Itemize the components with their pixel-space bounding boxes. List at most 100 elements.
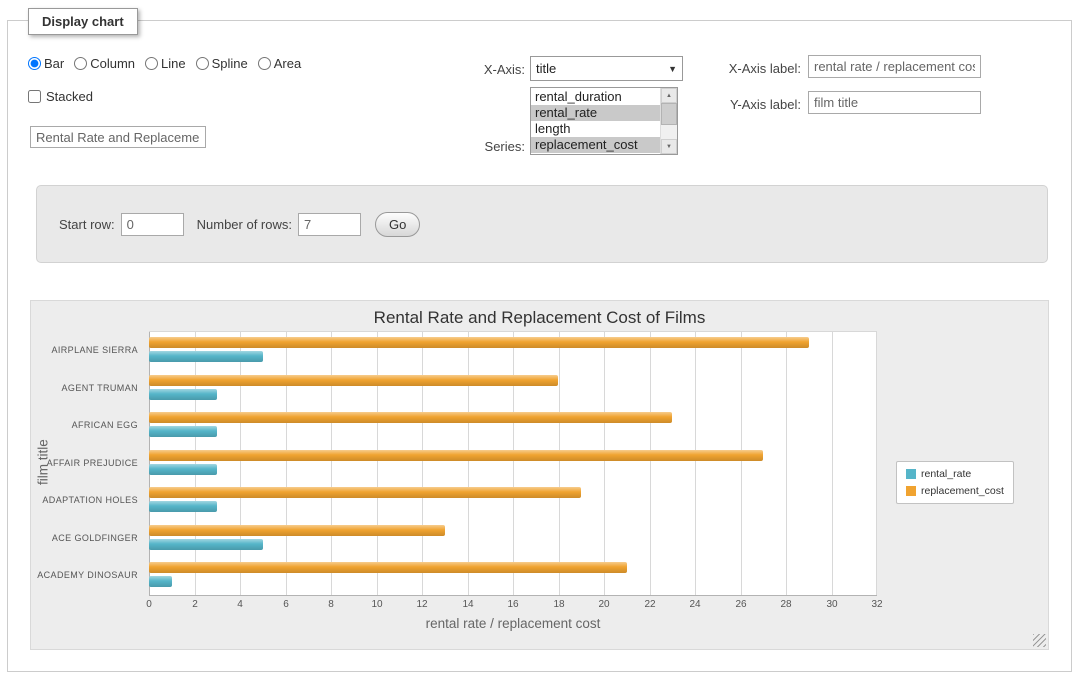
bar-replacement_cost bbox=[149, 487, 581, 498]
x-tick-label: 32 bbox=[862, 599, 892, 610]
x-axis-label-label: X-Axis label: bbox=[690, 61, 801, 76]
category-label: ACE GOLDFINGER bbox=[31, 519, 144, 557]
x-tick-label: 30 bbox=[817, 599, 847, 610]
stacked-label: Stacked bbox=[46, 89, 93, 104]
radio-label: Area bbox=[274, 56, 301, 71]
radio-label: Line bbox=[161, 56, 186, 71]
chart-legend: rental_rate replacement_cost bbox=[896, 461, 1014, 504]
x-axis-title: rental rate / replacement cost bbox=[149, 616, 877, 631]
start-row-label: Start row: bbox=[59, 217, 115, 232]
series-listbox[interactable]: rental_durationrental_ratelengthreplacem… bbox=[530, 87, 678, 155]
x-axis-label-input[interactable] bbox=[808, 55, 981, 78]
series-option-replacement_cost[interactable]: replacement_cost bbox=[531, 137, 660, 153]
gridline bbox=[695, 332, 696, 595]
stacked-checkbox-row[interactable]: Stacked bbox=[28, 89, 93, 104]
bar-replacement_cost bbox=[149, 375, 558, 386]
x-tick-label: 26 bbox=[726, 599, 756, 610]
radio-label: Column bbox=[90, 56, 135, 71]
series-option-length[interactable]: length bbox=[531, 121, 660, 137]
chart-type-option-column[interactable]: Column bbox=[74, 56, 135, 71]
category-label: AGENT TRUMAN bbox=[31, 369, 144, 407]
x-tick-label: 24 bbox=[680, 599, 710, 610]
gridline bbox=[650, 332, 651, 595]
radio-spline[interactable] bbox=[196, 57, 209, 70]
x-axis-select-label: X-Axis: bbox=[430, 62, 525, 77]
chart-type-option-bar[interactable]: Bar bbox=[28, 56, 64, 71]
x-axis-selected-value: title bbox=[536, 61, 556, 76]
y-axis-label-label: Y-Axis label: bbox=[690, 97, 801, 112]
series-option-rental_duration[interactable]: rental_duration bbox=[531, 89, 660, 105]
bar-rental_rate bbox=[149, 539, 263, 550]
x-tick-label: 2 bbox=[180, 599, 210, 610]
series-scrollbar[interactable]: ▲ ▼ bbox=[660, 88, 677, 154]
chart-type-option-line[interactable]: Line bbox=[145, 56, 186, 71]
x-tick-label: 22 bbox=[635, 599, 665, 610]
category-label: AIRPLANE SIERRA bbox=[31, 331, 144, 369]
radio-bar[interactable] bbox=[28, 57, 41, 70]
chart-type-option-area[interactable]: Area bbox=[258, 56, 301, 71]
num-rows-label: Number of rows: bbox=[197, 217, 292, 232]
bar-replacement_cost bbox=[149, 450, 763, 461]
chart-type-option-spline[interactable]: Spline bbox=[196, 56, 248, 71]
x-tick-labels: 02468101214161820222426283032 bbox=[149, 599, 877, 611]
gridline bbox=[741, 332, 742, 595]
gridline bbox=[240, 332, 241, 595]
chevron-down-icon: ▼ bbox=[668, 64, 677, 74]
bar-rental_rate bbox=[149, 426, 217, 437]
radio-line[interactable] bbox=[145, 57, 158, 70]
scroll-thumb[interactable] bbox=[661, 103, 677, 125]
x-tick-label: 10 bbox=[362, 599, 392, 610]
num-rows-input[interactable] bbox=[298, 213, 361, 236]
series-options: rental_durationrental_ratelengthreplacem… bbox=[531, 88, 660, 154]
legend-item-replacement_cost[interactable]: replacement_cost bbox=[906, 485, 1004, 497]
scroll-down-button[interactable]: ▼ bbox=[661, 139, 677, 154]
radio-label: Spline bbox=[212, 56, 248, 71]
resize-handle[interactable] bbox=[1033, 634, 1046, 647]
category-label: AFRICAN EGG bbox=[31, 406, 144, 444]
x-tick-label: 28 bbox=[771, 599, 801, 610]
gridline bbox=[832, 332, 833, 595]
gridline bbox=[331, 332, 332, 595]
chart-title-input[interactable] bbox=[30, 126, 206, 148]
gridline bbox=[604, 332, 605, 595]
bar-rental_rate bbox=[149, 501, 217, 512]
gridline bbox=[468, 332, 469, 595]
plot-area bbox=[149, 331, 877, 596]
legend-item-rental_rate[interactable]: rental_rate bbox=[906, 468, 1004, 480]
x-tick-label: 12 bbox=[407, 599, 437, 610]
series-option-rental_rate[interactable]: rental_rate bbox=[531, 105, 660, 121]
row-range-panel: Start row: Number of rows: Go bbox=[36, 185, 1048, 263]
bar-rental_rate bbox=[149, 576, 172, 587]
legend-swatch bbox=[906, 486, 916, 496]
legend-label: replacement_cost bbox=[921, 485, 1004, 497]
category-axis-labels: AIRPLANE SIERRAAGENT TRUMANAFRICAN EGGAF… bbox=[31, 331, 144, 594]
x-axis-select[interactable]: title ▼ bbox=[530, 56, 683, 81]
gridline bbox=[422, 332, 423, 595]
x-tick-label: 14 bbox=[453, 599, 483, 610]
chart-title: Rental Rate and Replacement Cost of Film… bbox=[31, 308, 1048, 328]
bar-replacement_cost bbox=[149, 562, 627, 573]
bar-rental_rate bbox=[149, 351, 263, 362]
fieldset-legend: Display chart bbox=[28, 8, 138, 35]
bar-replacement_cost bbox=[149, 525, 445, 536]
gridline bbox=[513, 332, 514, 595]
x-tick-label: 18 bbox=[544, 599, 574, 610]
y-axis-label-input[interactable] bbox=[808, 91, 981, 114]
stacked-checkbox[interactable] bbox=[28, 90, 41, 103]
scroll-up-button[interactable]: ▲ bbox=[661, 88, 677, 103]
gridline bbox=[377, 332, 378, 595]
series-label: Series: bbox=[430, 139, 525, 154]
gridline bbox=[786, 332, 787, 595]
radio-column[interactable] bbox=[74, 57, 87, 70]
go-button[interactable]: Go bbox=[375, 212, 420, 237]
chart-panel: Rental Rate and Replacement Cost of Film… bbox=[30, 300, 1049, 650]
start-row-input[interactable] bbox=[121, 213, 184, 236]
category-label: ADAPTATION HOLES bbox=[31, 481, 144, 519]
x-tick-label: 0 bbox=[134, 599, 164, 610]
gridline bbox=[286, 332, 287, 595]
x-tick-label: 6 bbox=[271, 599, 301, 610]
bar-rental_rate bbox=[149, 464, 217, 475]
radio-area[interactable] bbox=[258, 57, 271, 70]
gridline bbox=[876, 332, 877, 595]
category-label: ACADEMY DINOSAUR bbox=[31, 556, 144, 594]
